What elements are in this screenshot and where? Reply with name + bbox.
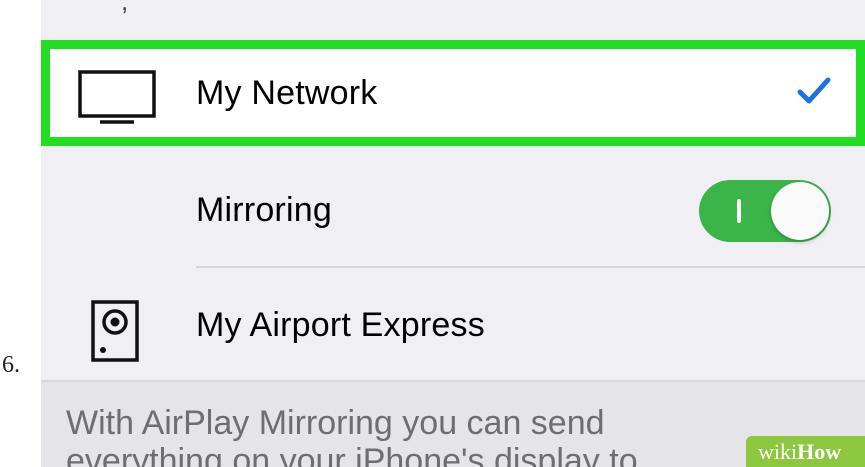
top-strip: ,: [41, 0, 865, 38]
footer-text: With AirPlay Mirroring you can send ever…: [66, 404, 638, 467]
mirroring-toggle[interactable]: [699, 180, 831, 242]
device-row-my-network[interactable]: My Network: [41, 40, 865, 146]
checkmark-icon: [797, 77, 831, 104]
cut-off-text: ,: [121, 0, 129, 16]
footer-note: With AirPlay Mirroring you can send ever…: [41, 382, 865, 467]
airplay-screen: , My Network Mirroring My Airport Expres…: [41, 0, 865, 467]
toggle-knob[interactable]: [771, 182, 829, 240]
step-number: 6.: [2, 352, 20, 378]
device-label: My Airport Express: [196, 305, 485, 344]
watermark-how: How: [797, 439, 842, 464]
mirroring-label: Mirroring: [196, 190, 332, 229]
device-row-my-airport-express[interactable]: My Airport Express: [41, 270, 865, 380]
row-divider: [196, 266, 865, 268]
speaker-icon: [91, 300, 139, 362]
watermark-wiki: wiki: [758, 439, 798, 464]
mirroring-row: Mirroring: [41, 152, 865, 268]
wikihow-watermark: wikiHow: [746, 436, 865, 467]
device-label: My Network: [196, 73, 378, 112]
toggle-on-indicator: [737, 199, 741, 223]
tv-icon: [78, 70, 156, 124]
